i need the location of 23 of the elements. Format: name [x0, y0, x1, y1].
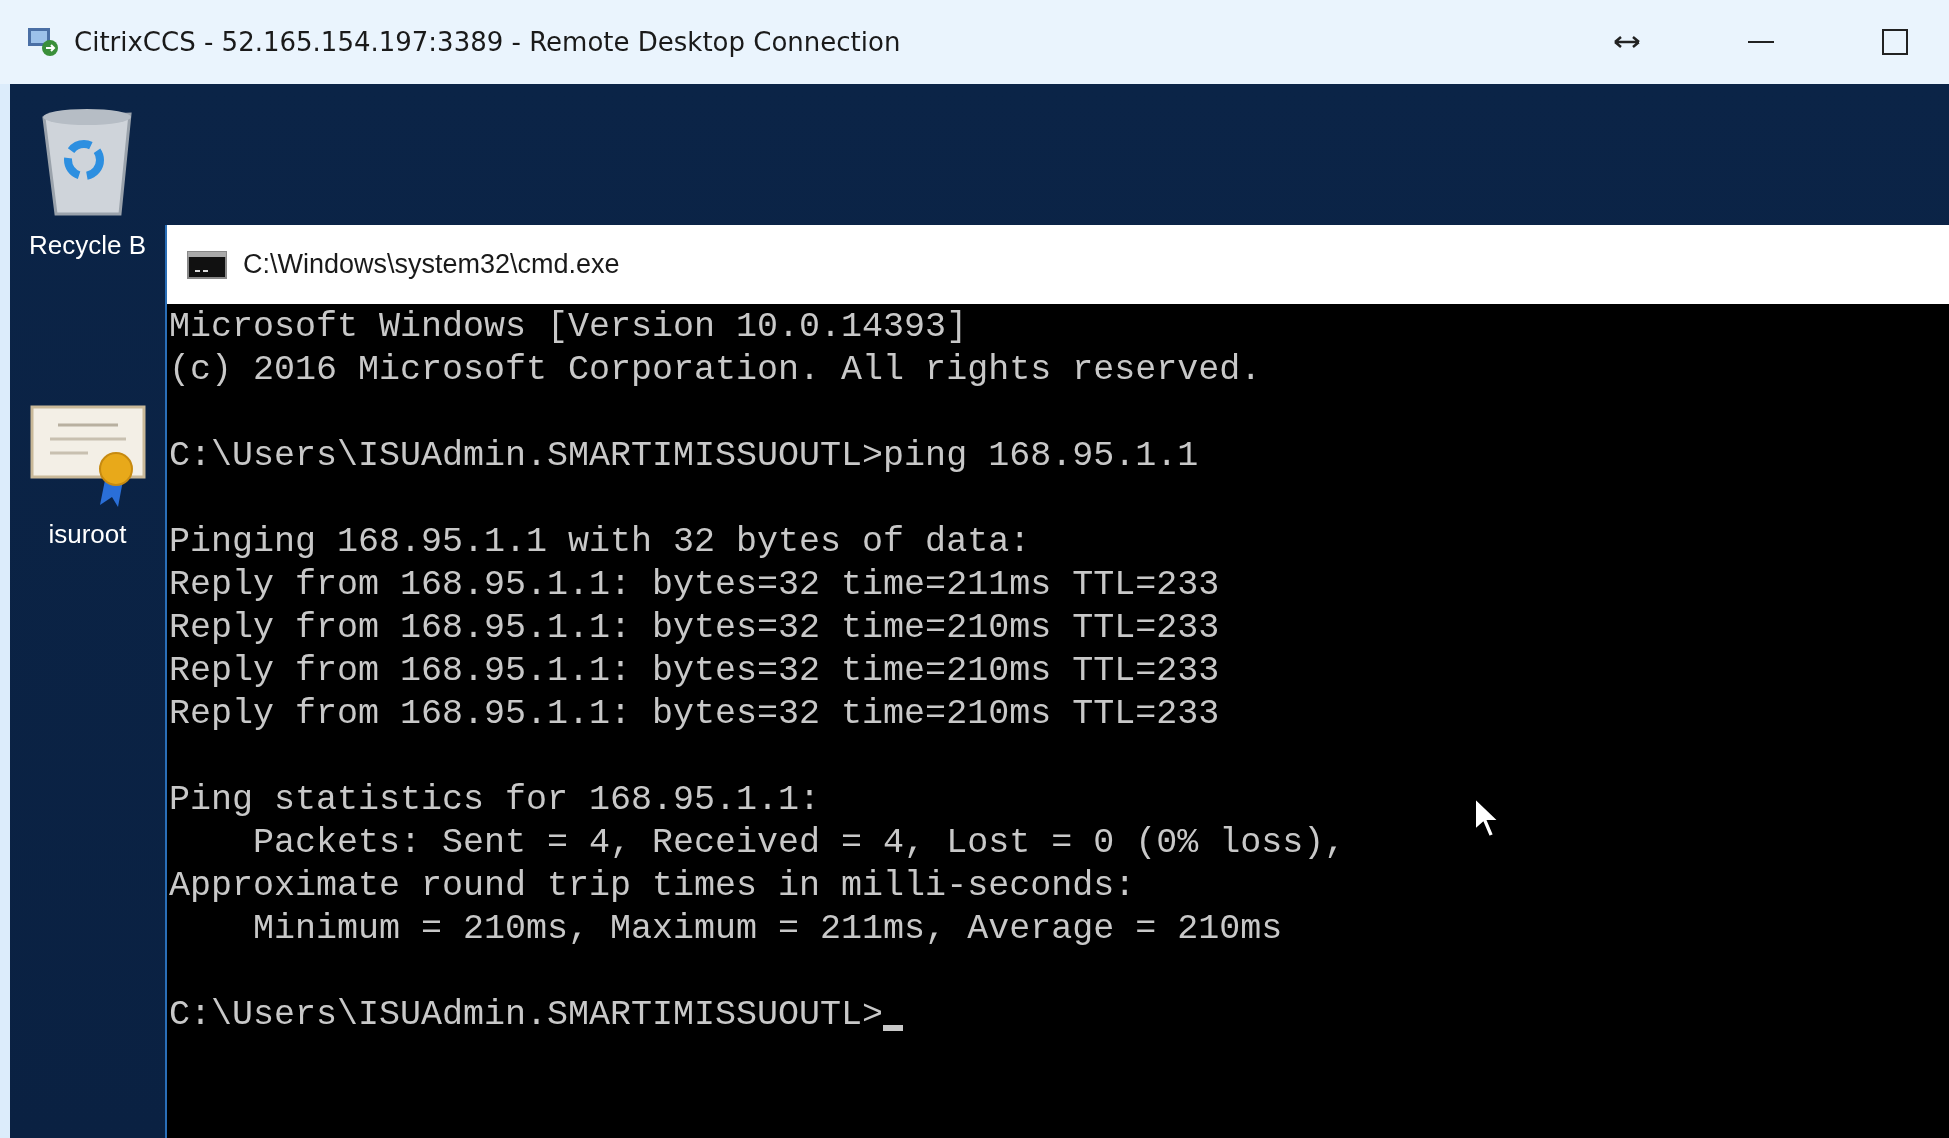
- console-line: Pinging 168.95.1.1 with 32 bytes of data:: [169, 521, 1031, 564]
- console-line: Approximate round trip times in milli-seconds:: [169, 865, 1136, 908]
- maximize-icon: [1882, 29, 1908, 55]
- double-arrow-icon: [1613, 35, 1641, 49]
- desktop-icon-label[interactable]: isuroot: [48, 519, 127, 550]
- console-line: Packets: Sent = 4, Received = 4, Lost = 0 (0% loss),: [252, 822, 1346, 865]
- console-line: C:\Users\ISUAdmin.SMARTIMISSUOUTL>: [169, 994, 884, 1037]
- desktop-icon-label[interactable]: Recycle B: [28, 230, 146, 261]
- console-line: Microsoft Windows [Version 10.0.14393]: [169, 306, 968, 349]
- console-icon: [187, 250, 227, 279]
- console-line: Reply from 168.95.1.1: bytes=32 time=210ms TTL=233: [169, 650, 1220, 693]
- remote-desktop-icon: [26, 26, 60, 58]
- text-cursor: [883, 1025, 904, 1031]
- console-line: Reply from 168.95.1.1: bytes=32 time=210ms TTL=233: [169, 693, 1220, 736]
- console-line: C:\Users\ISUAdmin.SMARTIMISSUOUTL>ping 168.95.1.1: [169, 435, 1199, 478]
- console-line: (c) 2016 Microsoft Corporation. All rights reserved.: [169, 349, 1262, 392]
- minimize-icon: [1748, 40, 1774, 44]
- console-line: Reply from 168.95.1.1: bytes=32 time=211ms TTL=233: [169, 564, 1220, 607]
- console-line: Ping statistics for 168.95.1.1:: [169, 779, 821, 822]
- console-line: Minimum = 210ms, Maximum = 211ms, Average = 210ms: [252, 908, 1283, 951]
- window-title: CitrixCCS - 52.165.154.197:3389 - Remote Desktop Connection: [74, 27, 902, 57]
- console-title: C:\Windows\system32\cmd.exe: [243, 249, 620, 280]
- console-line: Reply from 168.95.1.1: bytes=32 time=210ms TTL=233: [169, 607, 1220, 650]
